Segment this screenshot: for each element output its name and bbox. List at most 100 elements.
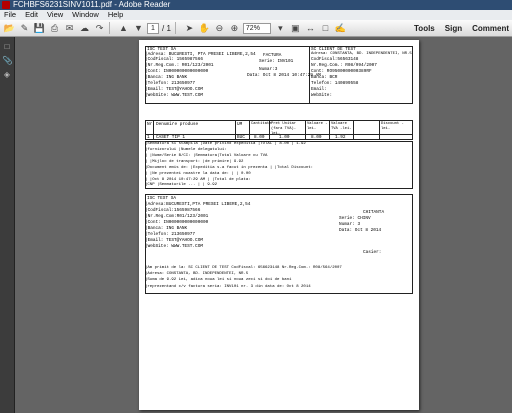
table-cell: 1.92 xyxy=(335,135,346,140)
table-cell: 8.00 xyxy=(311,135,322,140)
col-line xyxy=(249,120,250,140)
receipt-line: |Suma de 9.92 Lei, adica noua lei si nou… xyxy=(145,278,292,282)
comment-button[interactable]: Comment xyxy=(472,24,509,33)
footer-line: |Document emis de: |Expeditia s-a facut … xyxy=(145,166,314,170)
supplier-cif: |CodFiscal: 1565987566 xyxy=(145,57,203,62)
select-tool-icon[interactable]: ➤ xyxy=(184,23,195,34)
client-website: WebSite: xyxy=(311,93,333,98)
zoom-select[interactable]: 72% xyxy=(242,22,271,34)
fit-width-icon[interactable]: ↔ xyxy=(305,23,316,34)
pdf-page: ISC TEST SA |Adresa: BUCURESTI, PTA PRES… xyxy=(139,40,419,410)
receipt-supplier: |Cont: IN000000000000000 xyxy=(145,220,209,225)
create-icon[interactable]: ✎ xyxy=(19,23,30,34)
table-cell: BUC xyxy=(237,135,245,140)
footer-line: |Semnatura si stampila |Date privind exp… xyxy=(145,142,306,146)
table-header: Denumire produse xyxy=(156,122,199,127)
receipt-supplier: |CodFiscal:1565987566 xyxy=(145,208,201,213)
separator xyxy=(109,22,110,34)
supplier-phone: |Telefon: 213650977 xyxy=(145,81,196,86)
cloud-icon[interactable]: ☁ xyxy=(79,23,90,34)
chevron-down-icon[interactable]: ▾ xyxy=(275,23,286,34)
print-icon[interactable]: ⎙ xyxy=(49,23,60,34)
menu-edit[interactable]: Edit xyxy=(25,10,38,20)
navigation-pane: □ 📎 ◈ xyxy=(0,37,15,413)
receipt-supplier: |Adresa:BUCURESTI,PTA PRESEI LIBERE,2,54 xyxy=(145,202,251,207)
client-cif: CodFiscal:56563148 xyxy=(311,57,359,62)
email-icon[interactable]: ✉ xyxy=(64,23,75,34)
receipt-supplier: |WebSite: WWW.TEST.COM xyxy=(145,244,203,249)
supplier-website: |WebSite: WWW.TEST.COM xyxy=(145,93,203,98)
save-icon[interactable]: 💾 xyxy=(34,23,45,34)
adobe-reader-icon xyxy=(2,1,10,9)
receipt-cashier: Casier: xyxy=(363,250,382,255)
table-cell: CASET TIP 1 xyxy=(156,135,185,140)
supplier-bank: |Banca: ING BANK xyxy=(145,75,188,80)
invoice-series: Serie: INV101 xyxy=(259,59,294,64)
menu-window[interactable]: Window xyxy=(72,10,99,20)
receipt-number: Numar: 3 xyxy=(339,222,361,227)
receipt-date: Data: Oct 8 2014 xyxy=(339,228,382,233)
pages-icon[interactable]: □ xyxy=(3,42,12,51)
footer-line: |CNP |Semnaturile ... | | 9.92 xyxy=(145,183,218,187)
highlight-icon[interactable]: ✍ xyxy=(335,23,346,34)
invoice-number: Numar:3 xyxy=(259,67,278,72)
footer-line: | |Mijloc de transport: |de primire| 9.9… xyxy=(145,160,244,164)
attachments-icon[interactable]: 📎 xyxy=(3,56,13,65)
window-title: FCHBFS6231SINV1011.pdf - Adobe Reader xyxy=(13,0,171,9)
share-icon[interactable]: ↷ xyxy=(94,23,105,34)
zoom-out-icon[interactable]: ⊖ xyxy=(214,23,225,34)
client-regcom: Nr.Reg.Com.: R08/994/2007 xyxy=(311,63,377,68)
client-email: Email: xyxy=(311,87,327,92)
col-line xyxy=(329,120,330,140)
zoom-in-icon[interactable]: ⊕ xyxy=(229,23,240,34)
next-page-icon[interactable]: ▼ xyxy=(133,23,144,34)
col-line xyxy=(353,120,354,140)
receipt-supplier: ISC TEST SA xyxy=(147,196,176,201)
page-total: / 1 xyxy=(162,23,171,33)
supplier-account: |Cont: IN000000000000000 xyxy=(145,69,209,74)
prev-page-icon[interactable]: ▲ xyxy=(118,23,129,34)
invoice-date: Data: Oct 8 2014 10:47:29 AM xyxy=(247,73,321,78)
table-cell: 1 xyxy=(147,135,150,140)
comment-bubble-icon[interactable]: □ xyxy=(320,23,331,34)
tools-button[interactable]: Tools xyxy=(414,24,435,33)
supplier-regcom: |Nr.Reg.Com.: R01/123/2001 xyxy=(145,63,214,68)
client-bank: Banca: BCR xyxy=(311,75,338,80)
table-header: Discount -lei- xyxy=(381,122,404,131)
supplier-email: |Email: TEST@YAHOO.COM xyxy=(145,87,203,92)
receipt-series: Serie: CHINV xyxy=(339,216,371,221)
receipt-title: CHITANTA xyxy=(363,210,385,215)
table-header: Valoare TVA -lei- xyxy=(331,122,352,131)
receipt-line: |Am primit de la: SC CLIENT DE TEST CodF… xyxy=(145,266,342,270)
menu-help[interactable]: Help xyxy=(108,10,123,20)
fit-page-icon[interactable]: ▣ xyxy=(290,23,301,34)
footer-line: | |Ne prezentei noastre la data de: | | … xyxy=(145,172,251,176)
receipt-supplier: |Telefon: 213650977 xyxy=(145,232,196,237)
col-line xyxy=(379,120,380,140)
invoice-title: FACTURA xyxy=(263,53,282,58)
menu-view[interactable]: View xyxy=(47,10,63,20)
receipt-line: |reprezentand c/v factura seria: INV101 … xyxy=(145,285,311,289)
document-area[interactable]: ISC TEST SA |Adresa: BUCURESTI, PTA PRES… xyxy=(15,37,512,413)
sign-button[interactable]: Sign xyxy=(445,24,462,33)
toolbar: 📂 ✎ 💾 ⎙ ✉ ☁ ↷ ▲ ▼ 1 / 1 ➤ ✋ ⊖ ⊕ 72% ▾ ▣ … xyxy=(0,20,512,37)
receipt-supplier: |Nr.Reg.Com:R01/123/2001 xyxy=(145,214,209,219)
separator xyxy=(174,22,176,34)
table-cell: 1.00 xyxy=(279,135,290,140)
page-number-input[interactable]: 1 xyxy=(147,22,159,34)
layers-icon[interactable]: ◈ xyxy=(3,70,12,79)
footer-line: | |Nume/Serie B/CI: |Semnatura|Total Val… xyxy=(145,154,268,158)
open-icon[interactable]: 📂 xyxy=(4,23,15,34)
title-bar: FCHBFS6231SINV1011.pdf - Adobe Reader xyxy=(0,0,512,10)
receipt-supplier: |Email: TEST@YAHOO.COM xyxy=(145,238,203,243)
table-header: Nr. xyxy=(147,122,155,127)
col-line xyxy=(305,120,306,140)
receipt-supplier: |Banca: ING BANK xyxy=(145,226,188,231)
col-line xyxy=(235,120,236,140)
client-phone: Telefon: 140899558 xyxy=(311,81,359,86)
receipt-line: |Adresa: CONSTANTA, BD. INDEPENDENTEI, N… xyxy=(145,272,249,276)
client-account: Cont: RO9500000000389RF xyxy=(311,69,372,74)
menu-file[interactable]: File xyxy=(4,10,16,20)
table-header: Cantitate xyxy=(251,122,272,126)
hand-tool-icon[interactable]: ✋ xyxy=(199,23,210,34)
